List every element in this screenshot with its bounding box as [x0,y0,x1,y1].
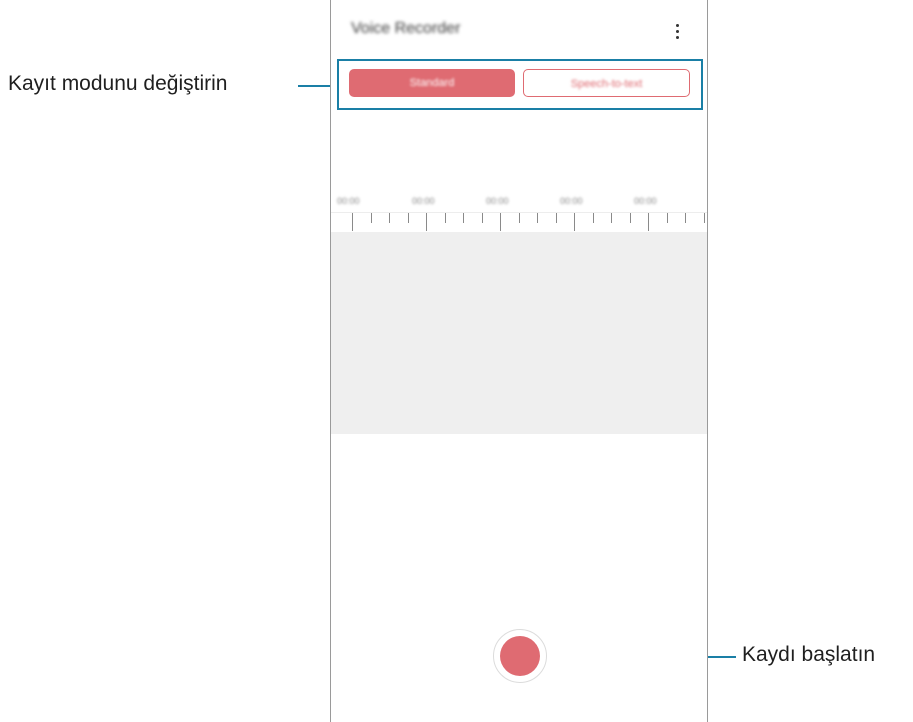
standard-mode-label: Standard [409,77,455,89]
record-button[interactable] [500,636,540,676]
time-label: 00:00 [634,196,657,206]
time-label: 00:00 [560,196,583,206]
timeline-tick [629,213,631,223]
timeline-ruler: 00:00 00:00 00:00 00:00 00:00 [331,192,707,232]
time-label: 00:00 [486,196,509,206]
timeline-tick [463,213,464,223]
speech-to-text-mode-button[interactable]: Speech-to-text [523,69,690,97]
app-title: Voice Recorder [351,20,461,37]
timeline-tick [389,213,390,223]
timeline-tick [537,213,538,223]
timeline-tick [592,213,594,223]
timeline-tick [481,213,483,223]
standard-mode-button[interactable]: Standard [349,69,515,97]
record-button-ring [493,629,547,683]
waveform-area [331,232,707,434]
time-label: 00:00 [337,196,360,206]
timeline-tick [426,213,427,231]
timeline-tick [444,213,446,223]
timeline-tick [666,213,668,223]
timeline-tick [352,213,353,231]
time-label: 00:00 [412,196,435,206]
timeline-tick [500,213,501,231]
timeline-tick [518,213,520,223]
timeline-tick [574,213,575,231]
timeline-tick [407,213,409,223]
phone-screen: Voice Recorder Standard Speech-to-text 0… [330,0,708,722]
callout-change-mode: Kayıt modunu değiştirin [8,72,228,95]
timeline-tick [370,213,372,223]
timeline-ticks [331,212,707,233]
timeline-tick [611,213,612,223]
more-options-icon[interactable] [671,22,685,42]
timeline-tick [648,213,649,231]
recording-mode-selector: Standard Speech-to-text [337,59,703,110]
timeline-tick [555,213,557,223]
callout-start-recording: Kaydı başlatın [742,643,876,666]
timeline-tick [685,213,686,223]
speech-to-text-mode-label: Speech-to-text [570,78,643,90]
timeline-tick [703,213,705,223]
